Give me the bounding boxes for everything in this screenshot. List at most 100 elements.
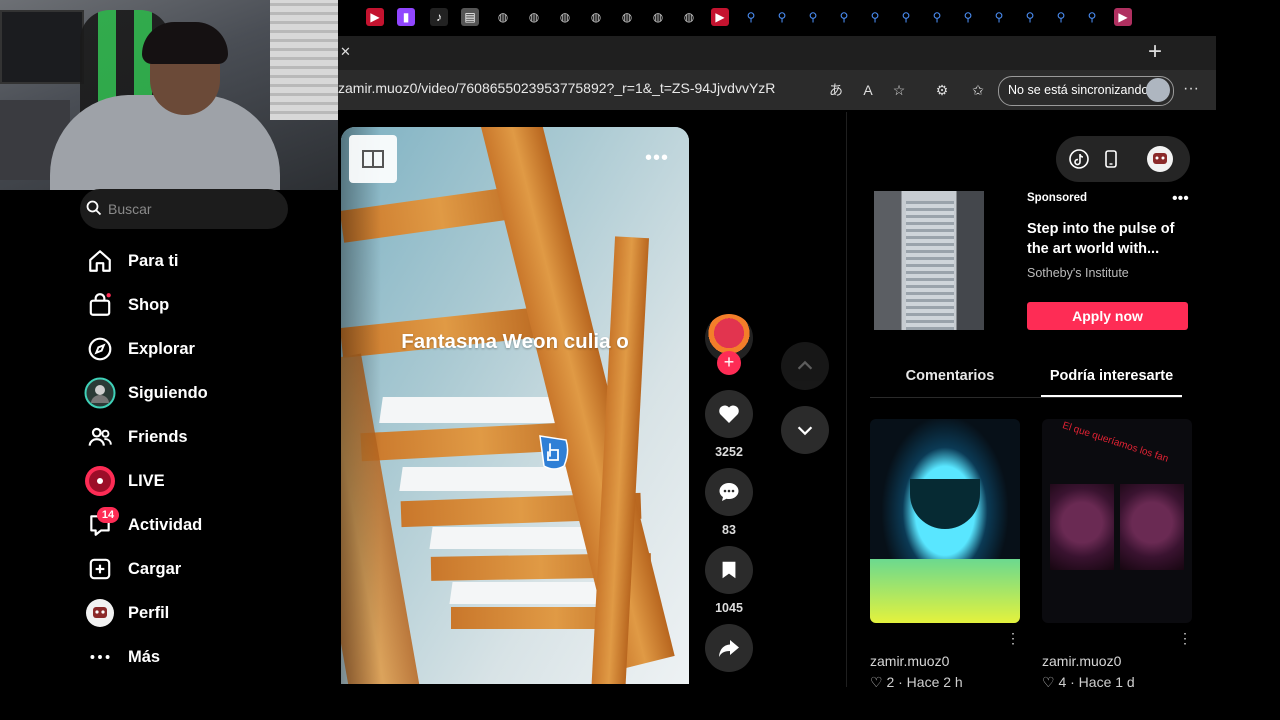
browser-tab-strip (338, 36, 1216, 70)
search-tab-icon[interactable]: ⚲ (773, 8, 791, 26)
search-input[interactable] (108, 199, 278, 219)
sidebar-item-perfil[interactable]: Perfil (84, 597, 314, 629)
bookmark-icon (722, 561, 736, 579)
search-icon (86, 200, 102, 216)
card-username[interactable]: zamir.muoz0 (1042, 653, 1121, 669)
video-more-button[interactable]: ••• (645, 147, 669, 170)
sidebar-item-label: Siguiendo (128, 383, 208, 402)
following-avatar-icon (84, 377, 116, 409)
globe-tab-icon[interactable]: ◍ (680, 8, 698, 26)
hand-cursor-icon (539, 435, 569, 470)
share-button[interactable] (705, 624, 753, 672)
suggested-video-card[interactable]: El que queríamos los fan (1042, 419, 1192, 623)
sidebar-item-siguiendo[interactable]: Siguiendo (84, 377, 314, 409)
twitch-tab-icon[interactable]: ▮ (397, 8, 415, 26)
like-count: 3252 (715, 445, 743, 459)
sidebar-item-label: Cargar (128, 559, 182, 578)
favorites-icon[interactable]: ✩ (968, 80, 988, 100)
sidebar-item-friends[interactable]: Friends (84, 421, 314, 453)
globe-tab-icon[interactable]: ◍ (587, 8, 605, 26)
home-icon (84, 245, 116, 277)
sidebar-item-label: Explorar (128, 339, 195, 358)
ad-brand: Sotheby's Institute (1027, 266, 1129, 280)
expand-video-button[interactable] (349, 135, 397, 183)
close-tab-button[interactable]: ✕ (340, 44, 351, 60)
sidebar-item-para-ti[interactable]: Para ti (84, 245, 314, 277)
live-icon (84, 465, 116, 497)
profile-avatar-icon (84, 597, 116, 629)
search-tab-icon[interactable]: ⚲ (897, 8, 915, 26)
search-tab-icon[interactable]: ⚲ (1021, 8, 1039, 26)
card-more-button[interactable]: ⋮ (1178, 630, 1192, 647)
search-tab-icon[interactable]: ⚲ (804, 8, 822, 26)
sidebar-item-shop[interactable]: Shop (84, 289, 314, 321)
ad-thumbnail[interactable] (874, 191, 984, 330)
previous-video-button[interactable] (781, 342, 829, 390)
save-button[interactable] (705, 546, 753, 594)
comment-icon (719, 483, 739, 501)
tiktok-icon[interactable] (1068, 148, 1090, 170)
youtube-tab-icon[interactable]: ▶ (711, 8, 729, 26)
card-username[interactable]: zamir.muoz0 (870, 653, 949, 669)
profile-avatar-icon[interactable] (1146, 78, 1170, 102)
tab-podria-interesarte[interactable]: Podría interesarte (1041, 368, 1182, 384)
tiktok-tab-icon[interactable]: ♪ (430, 8, 448, 26)
like-button[interactable] (705, 390, 753, 438)
font-size-icon[interactable]: A (858, 80, 878, 100)
sync-label: No se está sincronizando (1008, 83, 1149, 97)
follow-button[interactable]: + (717, 351, 741, 375)
read-aloud-icon[interactable]: あ (826, 80, 846, 100)
search-tab-icon[interactable]: ⚲ (866, 8, 884, 26)
video-caption: Fantasma Weon culia o (401, 330, 629, 353)
user-avatar[interactable] (1146, 145, 1174, 173)
url-field[interactable]: zamir.muoz0/video/7608655023953775892?_r… (338, 80, 775, 96)
globe-tab-icon[interactable]: ◍ (525, 8, 543, 26)
favorite-star-icon[interactable]: ☆ (889, 80, 909, 100)
active-tab-icon[interactable]: ▶ (1114, 8, 1132, 26)
mobile-icon[interactable] (1100, 148, 1122, 170)
sidebar-item-label: Más (128, 647, 161, 666)
doc-tab-icon[interactable]: ▤ (461, 8, 479, 26)
search-tab-icon[interactable]: ⚲ (1083, 8, 1101, 26)
ad-more-button[interactable]: ••• (1172, 190, 1189, 208)
sidebar-item-live[interactable]: LIVE (84, 465, 314, 497)
active-tab-indicator (1041, 395, 1182, 397)
browser-more-button[interactable]: ··· (1183, 80, 1199, 98)
apply-now-button[interactable]: Apply now (1027, 302, 1188, 330)
sidebar-item-actividad[interactable]: 14 Actividad (84, 507, 314, 541)
search-tab-icon[interactable]: ⚲ (1052, 8, 1070, 26)
globe-tab-icon[interactable]: ◍ (649, 8, 667, 26)
new-tab-button[interactable]: + (1148, 38, 1162, 66)
sidebar-item-label: LIVE (128, 471, 165, 490)
sponsored-label: Sponsored (1027, 192, 1088, 204)
expand-icon (362, 150, 384, 168)
video-player[interactable] (341, 127, 689, 684)
globe-tab-icon[interactable]: ◍ (494, 8, 512, 26)
share-icon (719, 640, 739, 657)
search-tab-icon[interactable]: ⚲ (990, 8, 1008, 26)
comment-count: 83 (722, 523, 736, 537)
extension-icon[interactable]: ⚙ (932, 80, 952, 100)
search-tab-icon[interactable]: ⚲ (928, 8, 946, 26)
comment-button[interactable] (705, 468, 753, 516)
sidebar-item-label: Friends (128, 427, 188, 446)
chevron-down-icon (797, 426, 813, 436)
sidebar-item-cargar[interactable]: Cargar (84, 553, 314, 585)
card-more-button[interactable]: ⋮ (1006, 630, 1020, 647)
ad-title[interactable]: Step into the pulse of the art world wit… (1027, 219, 1187, 259)
sidebar-item-label: Para ti (128, 251, 179, 270)
search-tab-icon[interactable]: ⚲ (742, 8, 760, 26)
next-video-button[interactable] (781, 406, 829, 454)
search-tab-icon[interactable]: ⚲ (835, 8, 853, 26)
tab-comentarios[interactable]: Comentarios (870, 368, 1030, 384)
suggested-video-card[interactable] (870, 419, 1020, 623)
search-tab-icon[interactable]: ⚲ (959, 8, 977, 26)
youtube-tab-icon[interactable]: ▶ (366, 8, 384, 26)
globe-tab-icon[interactable]: ◍ (556, 8, 574, 26)
sidebar-item-label: Shop (128, 295, 170, 314)
sidebar-item-explorar[interactable]: Explorar (84, 333, 314, 365)
globe-tab-icon[interactable]: ◍ (618, 8, 636, 26)
sidebar-item-mas[interactable]: Más (84, 641, 314, 673)
compass-icon (84, 333, 116, 365)
card-overlay-text: El que queríamos los fan (1061, 420, 1170, 465)
